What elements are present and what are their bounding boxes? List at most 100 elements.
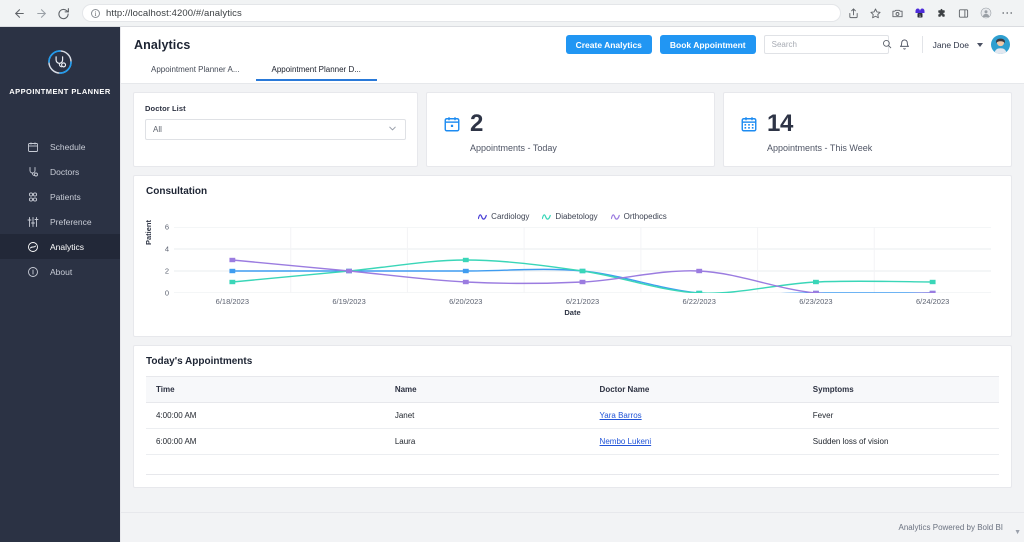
share-icon[interactable] (847, 7, 860, 20)
legend-item-cardiology[interactable]: Cardiology (478, 212, 529, 221)
dashboard-tabs: Appointment Planner A... Appointment Pla… (121, 62, 1024, 84)
sidebar-item-label: Analytics (50, 242, 84, 252)
back-arrow-icon[interactable] (8, 2, 30, 24)
chart-data-point[interactable] (463, 258, 469, 262)
legend-label: Cardiology (491, 212, 529, 221)
header-divider (922, 36, 923, 53)
profile-icon[interactable] (979, 7, 992, 20)
tab-appointment-planner-d[interactable]: Appointment Planner D... (256, 62, 377, 80)
kpi-today-content: 2 Appointments - Today (470, 111, 557, 153)
chart-data-point[interactable] (813, 280, 819, 284)
cell-name: Laura (385, 429, 590, 455)
sidepanel-icon[interactable] (957, 7, 970, 20)
chart-data-point[interactable] (930, 291, 936, 293)
stethoscope-icon (26, 165, 39, 178)
sidebar-item-analytics[interactable]: Analytics (0, 234, 120, 259)
create-analytics-button[interactable]: Create Analytics (566, 35, 652, 54)
site-info-icon[interactable]: i (91, 9, 100, 18)
sidebar-item-label: Doctors (50, 167, 79, 177)
reload-icon[interactable] (52, 2, 74, 24)
chart-data-point[interactable] (346, 269, 352, 273)
column-header-symptoms: Symptoms (803, 377, 999, 403)
chevron-down-icon[interactable] (387, 123, 398, 136)
scroll-down-icon[interactable]: ▼ (1014, 529, 1021, 536)
sidebar-item-patients[interactable]: Patients (0, 184, 120, 209)
chart-y-tick: 0 (165, 289, 169, 298)
search-icon[interactable] (882, 36, 892, 54)
calendar-icon (26, 140, 39, 153)
table-row[interactable]: 4:00:00 AM Janet Yara Barros Fever (146, 403, 999, 429)
chart-data-point[interactable] (930, 280, 936, 284)
cell-time: 4:00:00 AM (146, 403, 385, 429)
doctor-list-label: Doctor List (145, 104, 406, 113)
legend-item-diabetology[interactable]: Diabetology (542, 212, 597, 221)
kebab-menu-icon[interactable]: ⋮ (1001, 7, 1014, 20)
cell-name: Janet (385, 403, 590, 429)
username-label: Jane Doe (933, 40, 969, 50)
chart-data-point[interactable] (463, 269, 469, 273)
summary-row: Doctor List All 2 Appointments - Tod (133, 92, 1012, 167)
chart-data-point[interactable] (696, 269, 702, 273)
sidebar-item-label: About (50, 267, 72, 277)
cell-doctor[interactable]: Nembo Lukeni (590, 429, 803, 455)
sidebar-item-doctors[interactable]: Doctors (0, 159, 120, 184)
header-actions: Create Analytics Book Appointment Jane D… (566, 35, 1010, 54)
legend-item-orthopedics[interactable]: Orthopedics (611, 212, 667, 221)
chart-x-tick: 6/22/2023 (683, 297, 716, 306)
chart-y-axis-label: Patient (144, 220, 153, 245)
browser-toolbar-icons: 1 ⋮ (847, 7, 1016, 20)
wave-line-icon (478, 213, 487, 221)
sidebar-item-schedule[interactable]: Schedule (0, 134, 120, 159)
chart-x-tick: 6/18/2023 (216, 297, 249, 306)
sidebar-item-preference[interactable]: Preference (0, 209, 120, 234)
column-header-time: Time (146, 377, 385, 403)
doctor-list-select[interactable]: All (145, 119, 406, 140)
sliders-icon (26, 215, 39, 228)
forward-arrow-icon[interactable] (30, 2, 52, 24)
column-header-doctor-name: Doctor Name (590, 377, 803, 403)
chart-data-point[interactable] (229, 280, 235, 284)
chevron-down-icon[interactable] (977, 43, 983, 47)
avatar[interactable] (991, 35, 1010, 54)
chart-data-point[interactable] (229, 258, 235, 262)
chart-y-tick: 6 (165, 223, 169, 232)
chart-data-point[interactable] (463, 280, 469, 284)
cell-doctor[interactable]: Yara Barros (590, 403, 803, 429)
sidebar-item-about[interactable]: About (0, 259, 120, 284)
chart-y-tick: 2 (165, 267, 169, 276)
extension-badge-icon[interactable]: 1 (913, 7, 926, 20)
chart-svg (174, 227, 991, 293)
chart-data-point[interactable] (580, 269, 586, 273)
cell-time: 6:00:00 AM (146, 429, 385, 455)
chart-data-point[interactable] (580, 280, 586, 284)
bell-icon[interactable] (897, 37, 912, 52)
footer-text: Analytics Powered by Bold BI (899, 523, 1004, 532)
camera-icon[interactable] (891, 7, 904, 20)
cell-symptoms: Sudden loss of vision (803, 429, 999, 455)
chart-x-tick: 6/19/2023 (332, 297, 365, 306)
legend-label: Diabetology (555, 212, 597, 221)
brand-name: APPOINTMENT PLANNER (0, 87, 120, 96)
kpi-card-today: 2 Appointments - Today (426, 92, 715, 167)
puzzle-extension-icon[interactable] (935, 7, 948, 20)
chart-series-line (232, 260, 932, 293)
chart-data-point[interactable] (813, 291, 819, 293)
chart-data-point[interactable] (229, 269, 235, 273)
address-bar[interactable]: i http://localhost:4200/#/analytics (82, 4, 841, 22)
book-appointment-button[interactable]: Book Appointment (660, 35, 756, 54)
search-input[interactable] (772, 40, 882, 49)
sidebar-item-label: Patients (50, 192, 81, 202)
info-icon (26, 265, 39, 278)
doctor-link[interactable]: Yara Barros (600, 411, 642, 420)
kpi-today-value: 2 (470, 111, 557, 137)
chart-x-tick: 6/20/2023 (449, 297, 482, 306)
sidebar-nav: Schedule Doctors Patients Preference (0, 134, 120, 284)
sidebar-item-label: Schedule (50, 142, 85, 152)
chart-data-point[interactable] (696, 291, 702, 293)
table-row[interactable]: 6:00:00 AM Laura Nembo Lukeni Sudden los… (146, 429, 999, 455)
doctor-link[interactable]: Nembo Lukeni (600, 437, 652, 446)
cell-empty (803, 455, 999, 475)
bookmark-star-icon[interactable] (869, 7, 882, 20)
tab-appointment-planner-a[interactable]: Appointment Planner A... (135, 62, 256, 80)
search-box[interactable] (764, 35, 889, 54)
